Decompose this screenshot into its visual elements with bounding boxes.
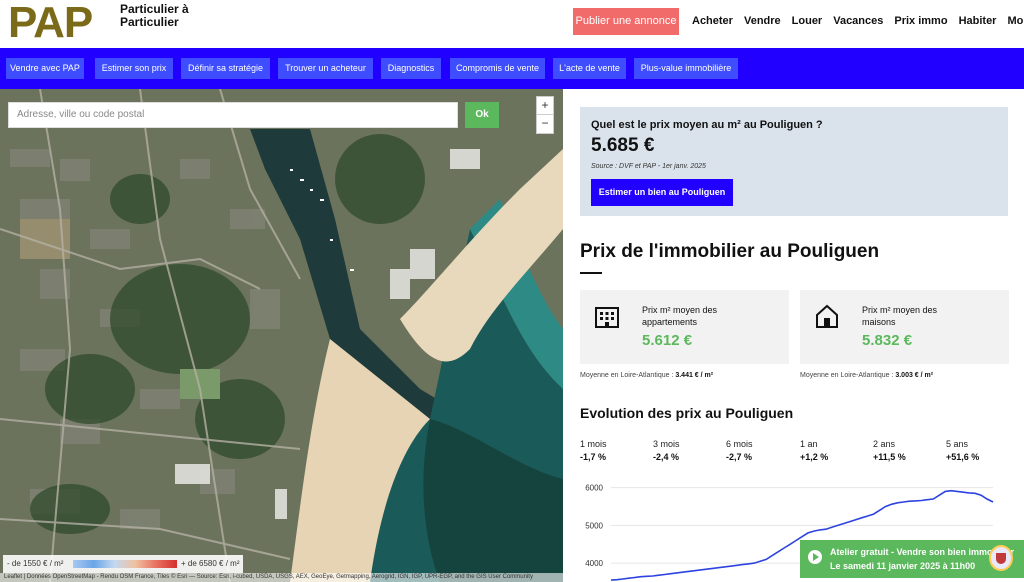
period-value: -2,4 % xyxy=(653,452,680,462)
house-price-value: 5.832 € xyxy=(862,332,913,349)
advisor-badge-icon xyxy=(989,545,1013,571)
pap-logo[interactable]: PAP xyxy=(8,0,112,47)
subnav-diagnostics[interactable]: Diagnostics xyxy=(381,58,441,79)
y-tick-label: 5000 xyxy=(585,521,603,530)
zoom-in-button[interactable]: + xyxy=(537,97,553,115)
apartment-price-card: Prix m² moyen des appartements 5.612 € xyxy=(580,290,789,364)
subnav-estimer-son-prix[interactable]: Estimer son prix xyxy=(95,58,173,79)
y-tick-label: 4000 xyxy=(585,559,603,568)
nav-habiter[interactable]: Habiter xyxy=(959,15,997,27)
house-department-note: Moyenne en Loire-Atlantique : 3.003 € / … xyxy=(800,372,933,379)
nav-mon-espace[interactable]: Mon espace xyxy=(1007,15,1024,27)
zoom-out-button[interactable]: − xyxy=(537,115,553,133)
period-value: -1,7 % xyxy=(580,452,607,462)
nav-louer[interactable]: Louer xyxy=(792,15,823,27)
evolution-3-months: 3 mois -2,4 % xyxy=(653,439,713,462)
evolution-1-year: 1 an +1,2 % xyxy=(800,439,860,462)
average-price-box: Quel est le prix moyen au m² au Pouligue… xyxy=(580,107,1008,216)
subnav-vendre-avec-pap[interactable]: Vendre avec PAP xyxy=(6,58,84,79)
period-value: +51,6 % xyxy=(946,452,980,462)
price-source: Source : DVF et PAP - 1er janv. 2025 xyxy=(591,163,706,170)
aerial-map[interactable]: Adresse, ville ou code postal Ok + − - d… xyxy=(0,89,563,582)
apartment-note-value: 3.441 € / m² xyxy=(675,372,714,379)
nav-vacances[interactable]: Vacances xyxy=(833,15,883,27)
period-value: +1,2 % xyxy=(800,452,829,462)
period-label: 1 an xyxy=(800,439,818,449)
house-note-value: 3.003 € / m² xyxy=(895,372,934,379)
evolution-5-years: 5 ans +51,6 % xyxy=(946,439,1006,462)
apartment-card-title: Prix m² moyen des appartements xyxy=(642,305,718,327)
building-icon xyxy=(595,307,619,328)
period-label: 3 mois xyxy=(653,439,680,449)
evolution-title: Evolution des prix au Pouliguen xyxy=(580,405,794,421)
period-label: 5 ans xyxy=(946,439,969,449)
map-imagery xyxy=(0,89,563,582)
apartment-price-value: 5.612 € xyxy=(642,332,693,349)
evolution-1-month: 1 mois -1,7 % xyxy=(580,439,640,462)
price-legend: - de 1550 € / m² + de 6580 € / m² xyxy=(3,555,243,573)
play-icon xyxy=(808,550,822,564)
legend-gradient xyxy=(73,560,177,568)
subnav-plus-value[interactable]: Plus-value immobilière xyxy=(634,58,738,79)
period-value: -2,7 % xyxy=(726,452,753,462)
price-question: Quel est le prix moyen au m² au Pouligue… xyxy=(591,119,823,131)
workshop-banner[interactable]: Atelier gratuit - Vendre son bien immobi… xyxy=(800,540,1024,578)
period-label: 2 ans xyxy=(873,439,896,449)
top-nav: Acheter Vendre Louer Vacances Prix immo … xyxy=(692,15,1024,27)
period-value: +11,5 % xyxy=(873,452,906,462)
period-label: 6 mois xyxy=(726,439,753,449)
subnav-compromis-vente[interactable]: Compromis de vente xyxy=(450,58,545,79)
apartment-department-note: Moyenne en Loire-Atlantique : 3.441 € / … xyxy=(580,372,713,379)
subnav-trouver-acheteur[interactable]: Trouver un acheteur xyxy=(278,58,373,79)
logo-text: PAP xyxy=(8,0,93,47)
subnav-definir-strategie[interactable]: Définir sa stratégie xyxy=(181,58,270,79)
legend-low-label: - de 1550 € / m² xyxy=(7,559,64,568)
house-card-title: Prix m² moyen des maisons xyxy=(862,305,938,327)
publish-ad-button[interactable]: Publier une annonce xyxy=(573,8,679,35)
subnav-acte-de-vente[interactable]: L'acte de vente xyxy=(553,58,626,79)
apartment-note-label: Moyenne en Loire-Atlantique : xyxy=(580,372,676,379)
search-ok-button[interactable]: Ok xyxy=(465,102,499,128)
nav-prix-immo[interactable]: Prix immo xyxy=(894,15,947,27)
legend-high-label: + de 6580 € / m² xyxy=(181,559,240,568)
title-underline xyxy=(580,272,602,274)
header: PAP Particulier à Particulier Publier un… xyxy=(0,0,1024,48)
sub-nav: Vendre avec PAP Estimer son prix Définir… xyxy=(0,48,1024,89)
section-title: Prix de l'immobilier au Pouliguen xyxy=(580,241,880,262)
tagline: Particulier à Particulier xyxy=(120,2,189,29)
zoom-control: + − xyxy=(536,96,554,134)
house-note-label: Moyenne en Loire-Atlantique : xyxy=(800,372,896,379)
nav-acheter[interactable]: Acheter xyxy=(692,15,733,27)
evolution-2-years: 2 ans +11,5 % xyxy=(873,439,933,462)
workshop-title: Atelier gratuit - Vendre son bien immobi… xyxy=(830,547,1015,557)
nav-vendre[interactable]: Vendre xyxy=(744,15,781,27)
price-panel: Quel est le prix moyen au m² au Pouligue… xyxy=(563,89,1024,582)
house-icon xyxy=(816,304,838,328)
workshop-date: Le samedi 11 janvier 2025 à 11h00 xyxy=(830,561,976,571)
house-price-card: Prix m² moyen des maisons 5.832 € xyxy=(800,290,1009,364)
address-search-input[interactable]: Adresse, ville ou code postal xyxy=(8,102,458,128)
average-price-value: 5.685 € xyxy=(591,135,655,156)
estimate-property-button[interactable]: Estimer un bien au Pouliguen xyxy=(591,179,733,206)
y-tick-label: 6000 xyxy=(585,484,603,493)
map-attribution[interactable]: Leaflet | Données OpenStreetMap - Rendu … xyxy=(0,573,563,582)
evolution-6-months: 6 mois -2,7 % xyxy=(726,439,786,462)
period-label: 1 mois xyxy=(580,439,607,449)
